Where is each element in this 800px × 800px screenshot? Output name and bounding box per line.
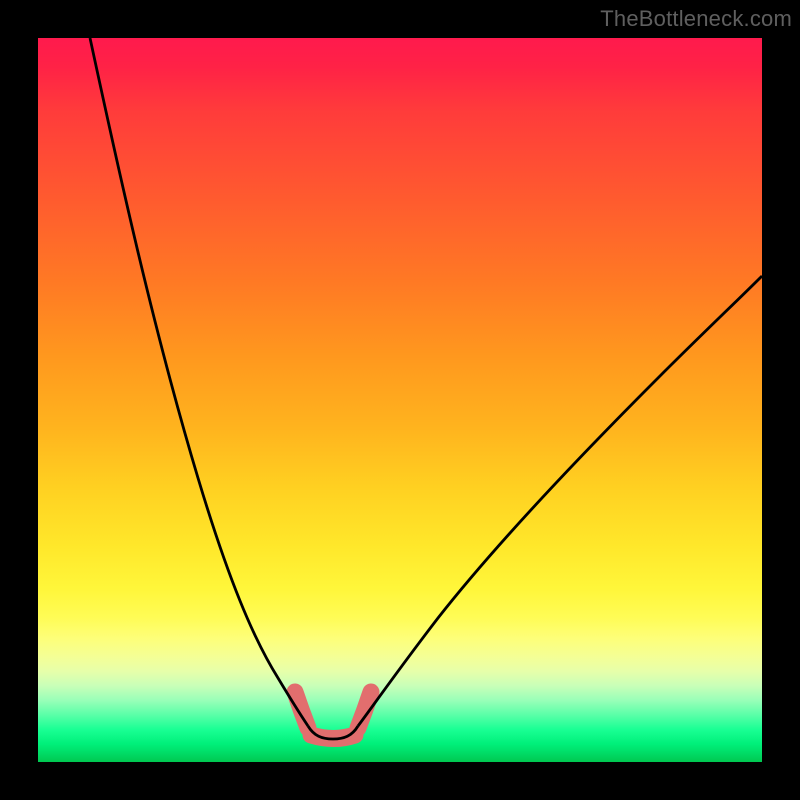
- watermark-text: TheBottleneck.com: [600, 6, 792, 32]
- curve-overlay: [38, 38, 762, 762]
- bottleneck-curve: [90, 38, 762, 739]
- plot-area: [38, 38, 762, 762]
- curve-right-branch: [358, 276, 762, 726]
- valley-marker-group: [295, 692, 371, 739]
- chart-frame: TheBottleneck.com: [0, 0, 800, 800]
- curve-left-branch: [90, 38, 308, 726]
